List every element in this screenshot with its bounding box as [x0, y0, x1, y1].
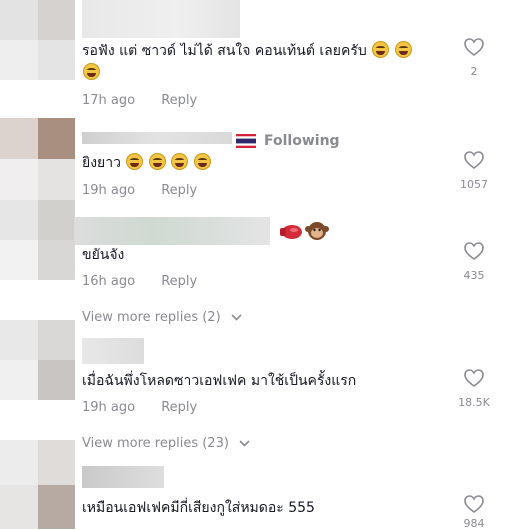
heart-icon: [464, 38, 484, 56]
chevron-down-icon: [231, 314, 242, 321]
comment-text: รอฟัง แต่ ซาวด์ ไม่ได้ สนใจ คอนเท้นต์ เล…: [82, 40, 452, 84]
like-count: 18.5K: [458, 396, 490, 409]
comment-meta: 16h ago Reply: [82, 274, 197, 289]
comment-text: ยิงยาว: [82, 152, 211, 174]
comment-body: เมื่อฉันพึ่งโหลดซาวเอฟเฟค มาใช้เป็นครั้ง…: [82, 373, 357, 389]
avatar[interactable]: [0, 200, 75, 280]
comment-body: ขยันจัง: [82, 247, 125, 263]
comment-body: เหมือนเอฟเฟคมีกี่เสียงกูใส่หมดอะ 555: [82, 500, 315, 516]
view-more-label: View more replies (2): [82, 310, 221, 325]
grin-sweat-emoji: [193, 153, 211, 170]
heart-icon: [464, 151, 484, 169]
comment-text: เหมือนเอฟเฟคมีกี่เสียงกูใส่หมดอะ 555: [82, 497, 315, 519]
view-more-replies-button[interactable]: View more replies (23): [82, 436, 250, 451]
like-count: 984: [463, 517, 485, 530]
username[interactable]: [74, 217, 270, 245]
comment-meta: 17h ago Reply: [82, 93, 197, 108]
grin-sweat-emoji: [372, 41, 390, 58]
comment-body: ยิงยาว: [82, 155, 121, 171]
like-button[interactable]: 1057: [454, 151, 494, 191]
comment-meta: 19h ago Reply: [82, 183, 197, 198]
comment-time: 17h ago: [82, 93, 136, 108]
grin-sweat-emoji: [83, 63, 100, 80]
heart-icon: [464, 495, 484, 513]
like-button[interactable]: 984: [454, 495, 494, 530]
username[interactable]: [82, 466, 164, 488]
username[interactable]: [82, 338, 144, 364]
avatar[interactable]: [0, 118, 75, 200]
comment-time: 19h ago: [82, 183, 136, 198]
monkey-emoji: [305, 222, 329, 240]
avatar[interactable]: [0, 0, 75, 80]
like-button[interactable]: 18.5K: [454, 369, 494, 409]
avatar[interactable]: [0, 440, 75, 529]
comment-meta: 19h ago Reply: [82, 400, 197, 415]
like-button[interactable]: 2: [454, 38, 494, 78]
like-button[interactable]: 435: [454, 242, 494, 282]
comment-time: 19h ago: [82, 400, 136, 415]
boxing-glove-emoji: [280, 225, 302, 239]
view-more-label: View more replies (23): [82, 436, 229, 451]
following-label: Following: [264, 133, 340, 149]
grin-sweat-emoji: [148, 153, 166, 170]
comment-body: รอฟัง แต่ ซาวด์ ไม่ได้ สนใจ คอนเท้นต์ เล…: [82, 43, 367, 59]
comment-text: เมื่อฉันพึ่งโหลดซาวเอฟเฟค มาใช้เป็นครั้ง…: [82, 370, 356, 392]
comment-text: ขยันจัง: [82, 244, 124, 266]
username[interactable]: [82, 0, 240, 38]
grin-sweat-emoji: [171, 153, 189, 170]
reply-button[interactable]: Reply: [161, 183, 197, 198]
reply-button[interactable]: Reply: [161, 93, 197, 108]
chevron-down-icon: [239, 440, 250, 447]
heart-icon: [464, 242, 484, 260]
reply-button[interactable]: Reply: [161, 400, 197, 415]
view-more-replies-button[interactable]: View more replies (2): [82, 310, 242, 325]
avatar[interactable]: [0, 320, 75, 400]
reply-button[interactable]: Reply: [161, 274, 197, 289]
comment-time: 16h ago: [82, 274, 136, 289]
thailand-flag-icon: [236, 134, 256, 148]
heart-icon: [464, 369, 484, 387]
like-count: 2: [470, 65, 478, 78]
grin-sweat-emoji: [394, 41, 412, 58]
like-count: 435: [463, 269, 485, 282]
like-count: 1057: [460, 178, 488, 191]
username[interactable]: [82, 132, 232, 144]
grin-sweat-emoji: [126, 153, 144, 170]
